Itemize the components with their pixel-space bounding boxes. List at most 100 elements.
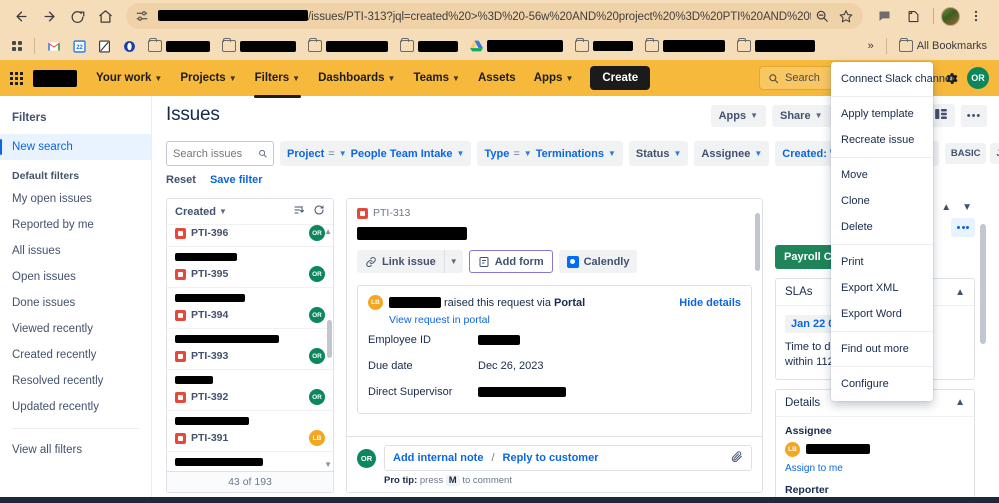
nav-teams[interactable]: Teams ▼ <box>406 67 467 89</box>
menu-item-print[interactable]: Print <box>831 249 933 275</box>
save-filter-button[interactable]: Save filter <box>210 174 263 186</box>
assign-to-me-link[interactable]: Assign to me <box>785 463 965 474</box>
sidebar-item-new-search[interactable]: New search <box>0 134 151 160</box>
mode-basic-button[interactable]: BASIC <box>944 143 987 164</box>
filter-chip-project[interactable]: Project = ▼ People Team Intake ▼ <box>280 141 472 166</box>
paperclip-icon[interactable] <box>730 450 743 466</box>
assignee-value[interactable]: LB <box>785 441 965 457</box>
mode-jql-button[interactable]: JQL <box>990 143 999 164</box>
sidebar-item-open-issues[interactable]: Open issues <box>0 264 151 290</box>
jira-logo-redacted[interactable] <box>33 69 77 87</box>
create-button[interactable]: Create <box>590 66 651 90</box>
extensions-icon[interactable] <box>900 3 926 29</box>
issue-list-scroll-area[interactable]: PTI-396 OR PTI-395 OR PTI-394 OR PTI-393 OR <box>167 225 333 471</box>
sidebar-item-my-open-issues[interactable]: My open issues <box>0 186 151 212</box>
star-icon[interactable] <box>835 5 857 27</box>
sidebar-item-updated-recently[interactable]: Updated recently <box>0 394 151 420</box>
bookmark-folder-3[interactable] <box>304 37 392 54</box>
more-options-button[interactable]: ••• <box>961 104 987 127</box>
sidebar-item-done-issues[interactable]: Done issues <box>0 290 151 316</box>
bookmark-folder-1[interactable] <box>144 37 214 54</box>
nav-your-work[interactable]: Your work ▼ <box>89 67 169 89</box>
menu-item-recreate-issue[interactable]: Recreate issue <box>831 127 933 153</box>
page-scrollbar-thumb[interactable] <box>980 224 986 344</box>
profile-avatar[interactable] <box>941 6 960 26</box>
avatar[interactable]: OR <box>967 67 989 89</box>
bookmark-sheets[interactable] <box>94 38 115 55</box>
apps-button[interactable]: Apps ▼ <box>710 104 766 127</box>
share-button[interactable]: Share ▼ <box>772 104 831 127</box>
issue-key[interactable]: PTI-313 <box>373 207 410 219</box>
all-bookmarks-button[interactable]: All Bookmarks <box>895 37 991 54</box>
scroll-down-arrow[interactable]: ▼ <box>324 460 332 469</box>
bookmark-drive[interactable] <box>466 38 567 54</box>
site-settings-icon[interactable] <box>134 8 150 24</box>
sidebar-item-reported-by-me[interactable]: Reported by me <box>0 212 151 238</box>
menu-item-export-xml[interactable]: Export XML <box>831 275 933 301</box>
zoom-out-icon[interactable] <box>811 5 833 27</box>
sidebar-item-all-issues[interactable]: All issues <box>0 238 151 264</box>
nav-apps[interactable]: Apps ▼ <box>527 67 581 89</box>
menu-item-apply-template[interactable]: Apply template <box>831 101 933 127</box>
list-scrollbar-thumb[interactable] <box>327 320 332 358</box>
bookmark-folder-5[interactable] <box>571 37 637 54</box>
sidebar-item-view-all-filters[interactable]: View all filters <box>0 437 151 463</box>
chevron-up-icon[interactable]: ▲ <box>955 397 965 408</box>
list-item[interactable]: PTI-394 OR <box>167 288 333 329</box>
home-icon[interactable] <box>92 3 118 29</box>
filter-chip-type[interactable]: Type = ▼ Terminations ▼ <box>477 141 623 166</box>
reset-button[interactable]: Reset <box>166 174 196 186</box>
chat-icon[interactable] <box>871 3 897 29</box>
bookmark-opera[interactable] <box>119 38 140 55</box>
chevron-down-icon[interactable]: ▼ <box>959 202 975 213</box>
list-item[interactable] <box>167 452 333 471</box>
menu-item-move[interactable]: Move <box>831 162 933 188</box>
search-input[interactable] <box>173 147 254 160</box>
sidebar-item-viewed-recently[interactable]: Viewed recently <box>0 316 151 342</box>
bookmark-folder-6[interactable] <box>641 37 729 54</box>
add-form-button[interactable]: Add form <box>468 250 553 273</box>
forward-arrow-icon[interactable] <box>36 3 62 29</box>
bookmark-folder-7[interactable] <box>733 37 819 54</box>
filter-chip-assignee[interactable]: Assignee ▼ <box>694 141 770 166</box>
bookmarks-overflow-button[interactable]: » <box>864 38 878 54</box>
reply-to-customer-button[interactable]: Reply to customer <box>503 452 599 464</box>
sort-descending-icon[interactable] <box>293 204 305 219</box>
chevron-up-icon[interactable]: ▲ <box>955 287 965 298</box>
hide-details-link[interactable]: Hide details <box>679 297 741 309</box>
bookmark-folder-2[interactable] <box>218 37 300 54</box>
list-item[interactable]: PTI-393 OR <box>167 329 333 370</box>
apps-grid-icon[interactable] <box>8 39 26 53</box>
menu-item-find-out-more[interactable]: Find out more <box>831 336 933 362</box>
scroll-up-arrow[interactable]: ▲ <box>324 227 332 236</box>
list-item[interactable]: PTI-395 OR <box>167 247 333 288</box>
filter-chip-status[interactable]: Status ▼ <box>628 141 689 166</box>
bookmark-folder-4[interactable] <box>396 37 462 54</box>
app-switcher-icon[interactable] <box>10 71 23 85</box>
menu-item-export-word[interactable]: Export Word <box>831 301 933 327</box>
sidebar-item-resolved-recently[interactable]: Resolved recently <box>0 368 151 394</box>
menu-item-clone[interactable]: Clone <box>831 188 933 214</box>
link-issue-dropdown[interactable]: ▼ <box>443 250 463 273</box>
menu-item-configure[interactable]: Configure <box>831 371 933 397</box>
list-item[interactable]: PTI-391 LB <box>167 411 333 452</box>
more-actions-icon[interactable] <box>951 218 975 237</box>
kebab-menu-icon[interactable] <box>963 3 989 29</box>
nav-projects[interactable]: Projects ▼ <box>173 67 243 89</box>
search-input-wrapper[interactable] <box>166 141 274 166</box>
view-request-in-portal-link[interactable]: View request in portal <box>389 314 741 326</box>
sidebar-item-created-recently[interactable]: Created recently <box>0 342 151 368</box>
detail-scrollbar-thumb[interactable] <box>755 213 760 271</box>
nav-filters[interactable]: Filters ▼ <box>248 67 307 98</box>
calendly-button[interactable]: Calendly <box>558 250 638 273</box>
link-issue-button[interactable]: Link issue <box>357 250 444 273</box>
back-arrow-icon[interactable] <box>8 3 34 29</box>
address-bar[interactable]: /issues/PTI-313?jql=created%20>%3D%20-56… <box>126 3 863 29</box>
sort-by-dropdown[interactable]: Created ▼ <box>175 206 227 218</box>
list-item[interactable]: PTI-396 OR <box>167 225 333 247</box>
add-internal-note-button[interactable]: Add internal note <box>393 452 483 464</box>
list-item[interactable]: PTI-392 OR <box>167 370 333 411</box>
nav-assets[interactable]: Assets <box>471 67 523 89</box>
bookmark-calendar[interactable]: 22 <box>69 38 90 55</box>
menu-item-delete[interactable]: Delete <box>831 214 933 240</box>
